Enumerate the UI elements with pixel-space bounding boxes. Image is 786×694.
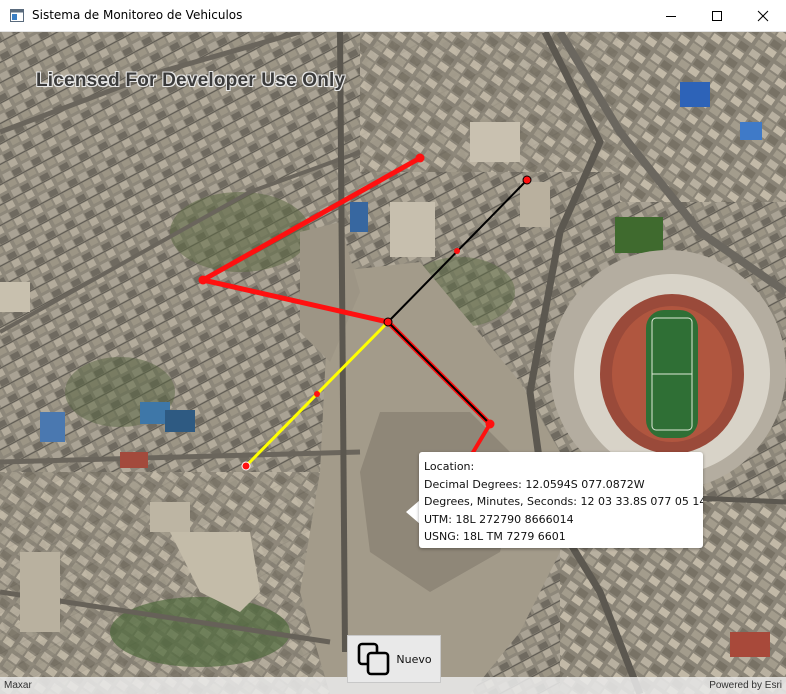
esri-attribution[interactable]: Powered by Esri	[709, 680, 782, 691]
minimize-button[interactable]	[648, 0, 694, 32]
nuevo-button[interactable]: Nuevo	[347, 635, 441, 683]
maximize-icon	[712, 11, 722, 21]
license-watermark: Licensed For Developer Use Only	[36, 70, 346, 91]
route-vertex[interactable]	[241, 461, 251, 471]
title-bar: Sistema de Monitoreo de Vehiculos	[0, 0, 786, 32]
imagery-attribution: Maxar	[4, 680, 32, 691]
callout-usng: USNG: 18L TM 7279 6601	[424, 530, 566, 543]
route-vertex[interactable]	[383, 317, 393, 327]
maximize-button[interactable]	[694, 0, 740, 32]
window-title: Sistema de Monitoreo de Vehiculos	[32, 8, 243, 22]
callout-title: Location:	[424, 460, 475, 473]
close-icon	[757, 10, 769, 22]
route-vertex[interactable]	[522, 175, 532, 185]
close-button[interactable]	[740, 0, 786, 32]
route-vertex[interactable]	[485, 419, 495, 429]
copy-icon	[358, 642, 390, 676]
app-icon	[10, 9, 24, 22]
satellite-imagery	[0, 32, 786, 694]
nuevo-label: Nuevo	[396, 652, 432, 666]
minimize-icon	[666, 16, 676, 17]
route-midpoint[interactable]	[314, 391, 320, 397]
route-vertex[interactable]	[415, 153, 425, 163]
route-vertex[interactable]	[198, 275, 208, 285]
callout-utm: UTM: 18L 272790 8666014	[424, 512, 574, 526]
route-midpoint[interactable]	[454, 248, 460, 254]
map-view[interactable]: Licensed For Developer Use Only Location…	[0, 32, 786, 694]
callout-pointer	[406, 500, 420, 524]
callout-dms: Degrees, Minutes, Seconds: 12 03 33.8S 0…	[424, 495, 703, 508]
callout-decimal-degrees: Decimal Degrees: 12.0594S 077.0872W	[424, 477, 645, 491]
location-callout: Location: Decimal Degrees: 12.0594S 077.…	[419, 452, 703, 548]
